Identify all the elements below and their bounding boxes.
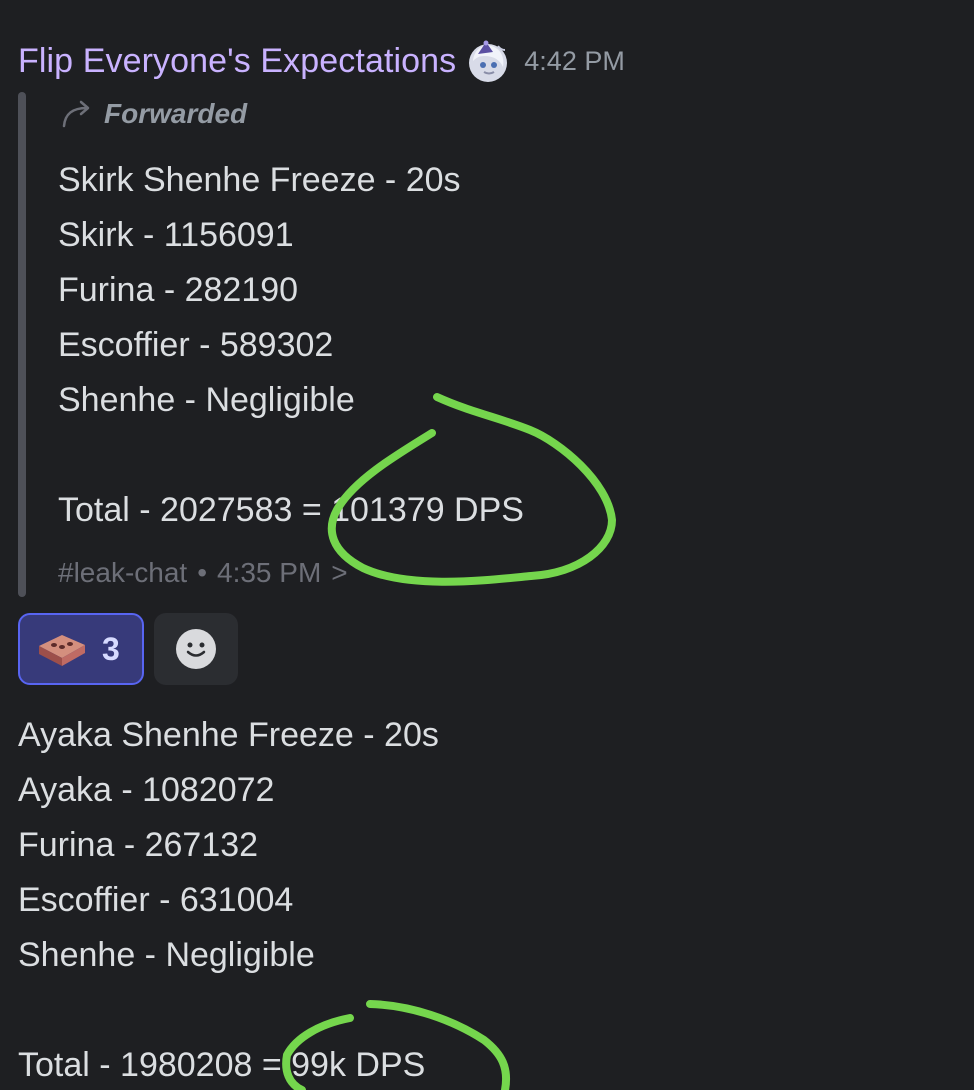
reaction-row: 3 <box>18 613 238 685</box>
reply-line-escoffier: Escoffier - 631004 <box>18 881 294 919</box>
brick-reaction-count: 3 <box>102 630 120 667</box>
forwarded-line-skirk: Skirk - 1156091 <box>58 216 294 254</box>
forwarded-line-title: Skirk Shenhe Freeze - 20s <box>58 161 461 199</box>
green-circle-top-annotation <box>327 393 616 586</box>
reply-line-total: Total - 1980208 = 99k DPS <box>18 1046 426 1084</box>
message-header: Flip Everyone's Expectations 4:42 PM <box>18 36 625 86</box>
reply-line-furina: Furina - 267132 <box>18 826 259 864</box>
forwarded-line-shenhe: Shenhe - Negligible <box>58 381 355 419</box>
forward-arrow-icon <box>62 100 90 128</box>
forwarded-line-escoffier: Escoffier - 589302 <box>58 326 334 364</box>
forwarded-text: Forwarded <box>104 98 248 129</box>
source-channel[interactable]: #leak-chat <box>58 557 187 589</box>
source-arrow: > <box>331 557 348 588</box>
brick-icon <box>39 635 85 666</box>
brick-reaction-button[interactable]: 3 <box>18 613 144 685</box>
forward-quote-bar <box>18 92 26 597</box>
source-separator: • <box>197 557 207 588</box>
reply-line-ayaka: Ayaka - 1082072 <box>18 771 275 809</box>
forwarded-label: Forwarded <box>60 98 247 130</box>
source-time: 4:35 PM <box>217 557 322 588</box>
message-timestamp[interactable]: 4:42 PM <box>524 46 625 77</box>
discord-chat-screen: Flip Everyone's Expectations 4:42 PM For… <box>0 0 974 1090</box>
anime-avatar-icon[interactable] <box>466 39 510 83</box>
forward-source-link[interactable]: #leak-chat • 4:35 PM > <box>58 557 348 589</box>
reply-line-shenhe: Shenhe - Negligible <box>18 936 315 974</box>
reply-line-title: Ayaka Shenhe Freeze - 20s <box>18 716 439 754</box>
forwarded-line-furina: Furina - 282190 <box>58 271 299 309</box>
add-reaction-button[interactable] <box>154 613 238 685</box>
forwarded-line-total: Total - 2027583 = 101379 DPS <box>58 491 524 529</box>
smiley-add-reaction-icon <box>176 629 216 669</box>
username[interactable]: Flip Everyone's Expectations <box>18 42 456 81</box>
